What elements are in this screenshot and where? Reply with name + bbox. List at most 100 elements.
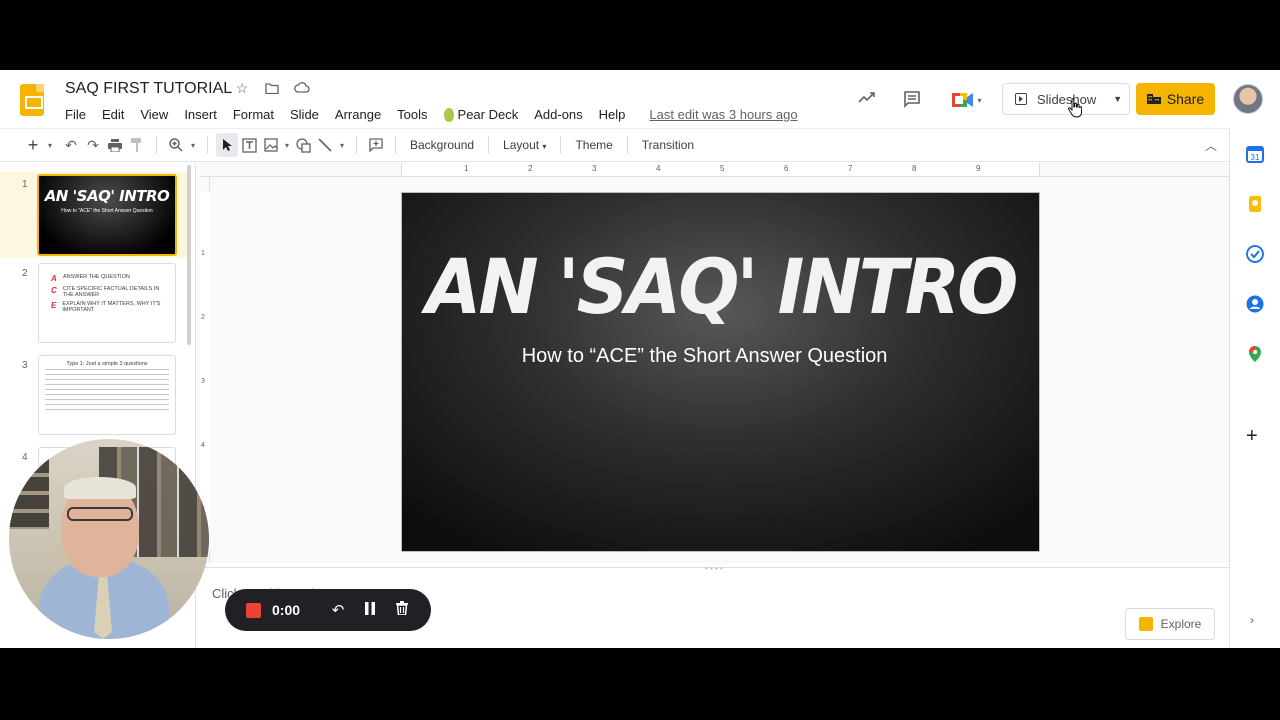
horizontal-ruler: 1 2 3 4 5 6 7 8 9 [200,163,1229,177]
account-avatar[interactable] [1233,84,1263,114]
explore-icon [1138,617,1153,631]
explore-button[interactable]: Explore [1125,608,1215,640]
recording-timer: 0:00 [272,602,301,618]
ruler-tick: 2 [528,164,533,173]
redo-icon[interactable]: ↷ [82,133,104,157]
toolbar-divider [560,136,562,154]
meet-button[interactable]: ▾ [944,84,990,116]
delete-recording-icon[interactable] [386,601,418,619]
mouse-pointer-icon [1068,98,1082,118]
toolbar-divider [395,136,396,154]
new-slide-button[interactable]: + [22,133,44,157]
toolbar-divider [207,136,208,154]
menu-pear-deck[interactable]: Pear Deck [436,104,527,125]
collapse-menus-icon[interactable]: ︿ [1205,137,1217,154]
line-icon[interactable] [314,133,336,157]
text-box-icon[interactable] [238,133,260,157]
transition-button[interactable]: Transition [636,138,700,152]
menu-view[interactable]: View [132,104,176,125]
comment-history-icon[interactable] [903,90,921,113]
document-title[interactable]: SAQ FIRST TUTORIAL [65,80,232,98]
filmstrip-scrollbar[interactable] [187,165,191,345]
menu-pear-deck-label: Pear Deck [457,107,519,122]
menu-edit[interactable]: Edit [94,104,132,125]
ruler-tick: 4 [656,164,661,173]
slide-title[interactable]: AN 'SAQ' INTRO [402,243,1039,331]
slide-thumbnail-2[interactable]: 2 A ANSWER THE QUESTION C CITE SPECIFIC FA… [0,261,190,347]
meet-dropdown-icon: ▾ [977,95,982,105]
background-button[interactable]: Background [404,138,480,152]
slide-number: 2 [22,268,28,279]
slideshow-button[interactable]: Slideshow [1003,84,1105,114]
share-button[interactable]: Share [1136,83,1215,115]
zoom-dropdown-icon[interactable]: ▾ [187,133,199,157]
share-people-icon [1146,94,1161,104]
menu-file[interactable]: File [57,104,94,125]
slide-thumbnail-1[interactable]: 1 AN 'SAQ' INTRO How to “ACE” the Short … [0,172,190,258]
move-folder-icon[interactable] [264,80,280,96]
ruler-tick: 8 [912,164,917,173]
select-cursor-icon[interactable] [216,133,238,157]
menu-tools[interactable]: Tools [389,104,435,125]
slideshow-label: Slideshow [1037,91,1097,107]
share-label: Share [1166,91,1205,107]
pause-icon[interactable] [354,601,386,619]
contacts-icon[interactable] [1246,295,1264,313]
star-icon[interactable]: ☆ [234,80,250,96]
thumb-text-lines [45,369,169,413]
add-comment-icon[interactable] [365,133,387,157]
ruler-tick: 5 [720,164,725,173]
menu-addons[interactable]: Add-ons [526,104,590,125]
activity-trend-icon[interactable] [858,90,876,108]
ruler-tick: 6 [784,164,789,173]
notes-resize-handle[interactable]: • • • • [705,564,723,573]
undo-icon[interactable]: ↶ [60,133,82,157]
stop-recording-icon[interactable] [246,602,261,618]
tasks-icon[interactable] [1246,245,1264,263]
cloud-status-icon[interactable] [294,80,310,96]
slide-preview: A ANSWER THE QUESTION C CITE SPECIFIC FACT… [38,263,176,343]
ruler-page-area: 1 2 3 4 5 6 7 8 9 [401,163,1040,176]
calendar-icon[interactable]: 31 [1246,145,1264,163]
ace-text: EXPLAIN WHY IT MATTERS, WHY IT'S IMPORTA… [62,301,161,313]
webcam-bubble[interactable] [9,439,209,639]
recording-controls: 0:00 ↶ [225,589,431,631]
layout-button[interactable]: Layout ▾ [497,138,552,152]
restart-icon[interactable]: ↶ [322,601,354,619]
last-edit-link[interactable]: Last edit was 3 hours ago [649,107,797,122]
maps-icon[interactable] [1246,345,1264,363]
menu-slide[interactable]: Slide [282,104,327,125]
slide-subtitle[interactable]: How to “ACE” the Short Answer Question [402,345,1007,368]
ace-row: A ANSWER THE QUESTION [51,274,169,283]
ace-text: ANSWER THE QUESTION [63,274,130,280]
image-dropdown-icon[interactable]: ▾ [282,133,292,157]
ace-letter: C [51,286,57,295]
print-icon[interactable] [104,133,126,157]
image-icon[interactable] [260,133,282,157]
menu-insert[interactable]: Insert [176,104,225,125]
slideshow-dropdown-icon[interactable]: ▼ [1105,84,1129,114]
expand-panel-icon[interactable]: › [1250,613,1254,627]
new-slide-dropdown-icon[interactable]: ▾ [44,133,56,157]
shape-icon[interactable] [292,133,314,157]
side-panel: 31 + › [1229,128,1280,648]
theme-button[interactable]: Theme [569,138,618,152]
menu-format[interactable]: Format [225,104,282,125]
svg-text:31: 31 [1251,153,1260,162]
slide-thumbnail-3[interactable]: 3 Type 1: Just a simple 3 questions [0,353,190,439]
menu-help[interactable]: Help [591,104,634,125]
slides-app: SAQ FIRST TUTORIAL ☆ File Edit View Inse… [0,70,1280,648]
slides-logo-icon[interactable] [20,84,44,116]
zoom-icon[interactable] [165,133,187,157]
paint-format-icon[interactable] [126,133,148,157]
menu-arrange[interactable]: Arrange [327,104,389,125]
line-dropdown-icon[interactable]: ▾ [336,133,348,157]
layout-dropdown-icon: ▾ [542,142,547,151]
menu-bar: File Edit View Insert Format Slide Arran… [57,104,798,125]
get-addons-icon[interactable]: + [1246,425,1258,448]
keep-icon[interactable] [1246,195,1264,213]
explore-label: Explore [1160,617,1202,631]
slide-number: 1 [22,179,28,190]
slide-preview: AN 'SAQ' INTRO How to “ACE” the Short An… [37,174,177,256]
main-slide[interactable]: AN 'SAQ' INTRO How to “ACE” the Short An… [401,192,1040,552]
